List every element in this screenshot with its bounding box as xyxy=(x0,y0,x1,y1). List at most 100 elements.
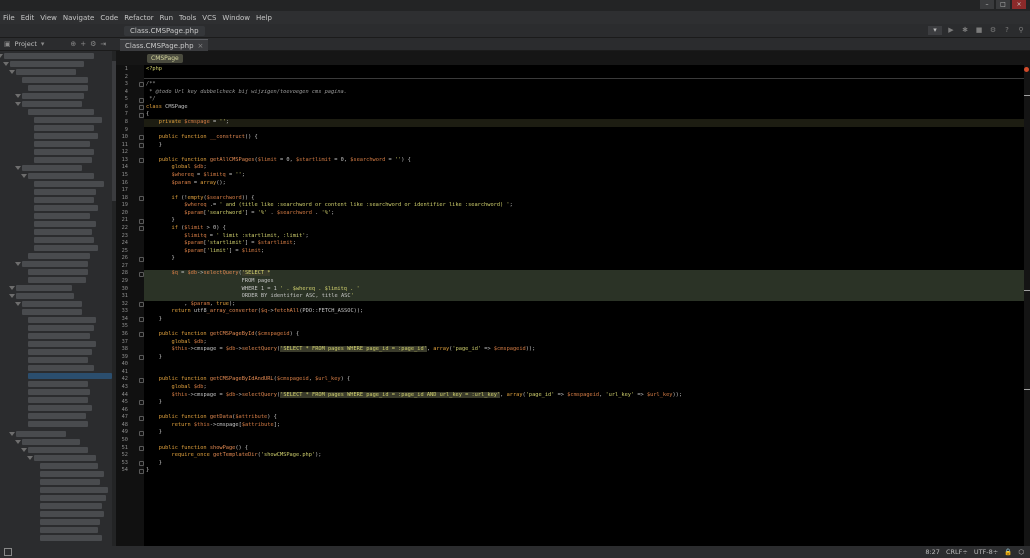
code-line[interactable]: $q = $db->selectQuery('SELECT * xyxy=(146,270,271,278)
tree-item[interactable] xyxy=(40,519,100,525)
code-line[interactable]: require_once getTemplateDir('showCMSPage… xyxy=(146,452,322,460)
tree-item[interactable] xyxy=(22,93,84,99)
line-number[interactable]: 7 xyxy=(125,111,128,119)
code-line[interactable]: } xyxy=(146,142,162,150)
tree-item[interactable] xyxy=(34,133,98,139)
tree-item[interactable] xyxy=(28,381,88,387)
tree-item[interactable] xyxy=(4,53,94,59)
tree-item[interactable] xyxy=(28,405,92,411)
code-line[interactable]: private $cmspage = ''; xyxy=(146,119,229,127)
tree-item[interactable] xyxy=(28,277,86,283)
tree-item[interactable] xyxy=(22,261,88,267)
code-line[interactable]: public function __construct() { xyxy=(146,134,258,142)
hide-panel-icon[interactable]: ⇥ xyxy=(100,40,106,48)
line-number[interactable]: 38 xyxy=(122,346,128,354)
code-line[interactable]: $param['limit'] = $limit; xyxy=(146,248,264,256)
menu-item-tools[interactable]: Tools xyxy=(176,14,199,22)
nav-file-crumb[interactable]: Class.CMSPage.php xyxy=(124,26,205,36)
tree-item[interactable] xyxy=(40,535,102,541)
line-number[interactable]: 46 xyxy=(122,407,128,415)
code-line[interactable]: * @todo Url key dubbelcheck bij wijzigen… xyxy=(146,89,347,97)
code-line[interactable]: class CMSPage xyxy=(146,104,188,112)
menu-item-code[interactable]: Code xyxy=(97,14,121,22)
maximize-icon[interactable]: □ xyxy=(996,0,1010,9)
line-separator[interactable]: CRLF÷ xyxy=(946,548,968,556)
lock-icon[interactable]: 🔒 xyxy=(1004,548,1012,556)
code-line[interactable]: /** xyxy=(146,81,156,89)
code-line[interactable]: } xyxy=(146,354,162,362)
tree-item[interactable] xyxy=(28,447,88,453)
tree-item[interactable] xyxy=(34,149,94,155)
code-line[interactable]: $param['startlimit'] = $startlimit; xyxy=(146,240,296,248)
code-line[interactable]: if (!empty($searchword)) { xyxy=(146,195,255,203)
tree-item[interactable] xyxy=(40,503,102,509)
tree-item[interactable] xyxy=(16,431,66,437)
line-number[interactable]: 15 xyxy=(122,172,128,180)
code-line[interactable]: ORDER BY identifier ASC, title ASC' xyxy=(146,293,354,301)
line-number[interactable]: 40 xyxy=(122,361,128,369)
toggle-tool-windows-icon[interactable] xyxy=(4,548,12,556)
line-number[interactable]: 28 xyxy=(122,270,128,278)
tree-expand-icon[interactable] xyxy=(9,432,15,436)
file-encoding[interactable]: UTF-8÷ xyxy=(974,548,998,556)
code-line[interactable]: public function getCMSPageByIdAndURL($cm… xyxy=(146,376,350,384)
code-line[interactable]: return $this->cmspage[$attribute]; xyxy=(146,422,281,430)
menu-item-view[interactable]: View xyxy=(37,14,60,22)
line-number[interactable]: 30 xyxy=(122,286,128,294)
line-number[interactable]: 39 xyxy=(122,354,128,362)
line-number[interactable]: 44 xyxy=(122,392,128,400)
menu-item-window[interactable]: Window xyxy=(219,14,253,22)
code-line[interactable]: global $db; xyxy=(146,339,207,347)
code-line[interactable]: } xyxy=(146,460,162,468)
line-number[interactable]: 13 xyxy=(122,157,128,165)
tree-item[interactable] xyxy=(34,237,94,243)
project-panel-title[interactable]: Project xyxy=(15,40,37,48)
tree-item[interactable] xyxy=(28,421,88,427)
tree-item[interactable] xyxy=(16,285,72,291)
line-number[interactable]: 14 xyxy=(122,164,128,172)
minimize-icon[interactable]: – xyxy=(980,0,994,9)
code-line[interactable]: } xyxy=(146,316,162,324)
line-number[interactable]: 35 xyxy=(122,323,128,331)
line-number-gutter[interactable]: 1 2 3 4 5 6 7 8 9 10 11 12 13 14 15 16 17 18 19 20 21 22 23 24 2… xyxy=(116,65,144,546)
line-number[interactable]: 42 xyxy=(122,376,128,384)
project-tree[interactable] xyxy=(0,51,112,546)
collapse-icon[interactable]: + xyxy=(80,40,86,48)
code-line[interactable]: global $db; xyxy=(146,384,207,392)
code-line[interactable]: public function getCMSPageById($cmspagei… xyxy=(146,331,299,339)
editor-tab[interactable]: Class.CMSPage.php × xyxy=(120,39,209,51)
tree-item[interactable] xyxy=(40,511,104,517)
tree-item[interactable] xyxy=(34,157,92,163)
line-number[interactable]: 26 xyxy=(122,255,128,263)
run-config-dropdown-icon[interactable]: ▾ xyxy=(928,26,942,35)
tree-item[interactable] xyxy=(28,349,92,355)
line-number[interactable]: 48 xyxy=(122,422,128,430)
tree-expand-icon[interactable] xyxy=(9,70,15,74)
tree-item[interactable] xyxy=(34,181,104,187)
code-line[interactable]: $this->cmspage = $db->selectQuery('SELEC… xyxy=(146,346,535,354)
tree-item[interactable] xyxy=(28,413,86,419)
line-number[interactable]: 1 xyxy=(125,66,128,74)
tree-item[interactable] xyxy=(22,309,82,315)
tree-item[interactable] xyxy=(28,341,96,347)
tree-item[interactable] xyxy=(28,317,96,323)
line-number[interactable]: 20 xyxy=(122,210,128,218)
tree-item[interactable] xyxy=(40,463,98,469)
tree-expand-icon[interactable] xyxy=(15,166,21,170)
stop-icon[interactable]: ■ xyxy=(974,26,984,35)
tree-item[interactable] xyxy=(28,173,94,179)
tree-expand-icon[interactable] xyxy=(15,302,21,306)
tree-item[interactable] xyxy=(28,397,88,403)
settings-icon[interactable]: ⚙ xyxy=(988,26,998,35)
tree-item[interactable] xyxy=(34,455,96,461)
menu-item-help[interactable]: Help xyxy=(253,14,275,22)
line-number[interactable]: 37 xyxy=(122,339,128,347)
caret-position[interactable]: 8:27 xyxy=(925,548,940,556)
code-line[interactable]: global $db; xyxy=(146,164,207,172)
code-line[interactable]: $whereq .= ' and (title like :searchword… xyxy=(146,202,513,210)
line-number[interactable]: 2 xyxy=(125,74,128,82)
tree-expand-icon[interactable] xyxy=(15,102,21,106)
menu-item-edit[interactable]: Edit xyxy=(18,14,38,22)
menu-item-file[interactable]: File xyxy=(0,14,18,22)
menu-item-refactor[interactable]: Refactor xyxy=(121,14,156,22)
